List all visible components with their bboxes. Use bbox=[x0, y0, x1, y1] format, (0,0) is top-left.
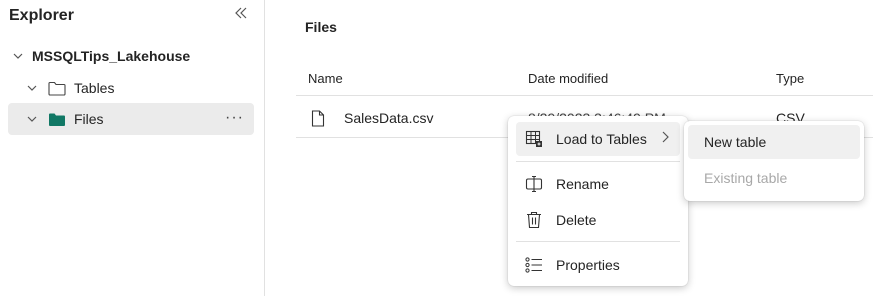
rename-icon bbox=[522, 175, 546, 193]
column-header-type[interactable]: Type bbox=[776, 71, 804, 86]
menu-item-load-to-tables[interactable]: Load to Tables bbox=[516, 122, 680, 156]
menu-item-label: Properties bbox=[556, 257, 620, 273]
load-to-tables-submenu: New table Existing table bbox=[684, 121, 864, 201]
column-header-date[interactable]: Date modified bbox=[528, 71, 608, 86]
explorer-panel: Explorer MSSQLTips_Lakehouse Tables File… bbox=[0, 0, 264, 296]
explorer-title: Explorer bbox=[9, 7, 74, 24]
double-chevron-left-icon bbox=[234, 7, 248, 24]
chevron-down-icon[interactable] bbox=[24, 82, 40, 94]
submenu-item-new-table[interactable]: New table bbox=[688, 125, 860, 159]
file-name[interactable]: SalesData.csv bbox=[344, 110, 433, 126]
files-label: Files bbox=[74, 111, 104, 127]
menu-item-delete[interactable]: Delete bbox=[516, 203, 680, 237]
menu-divider bbox=[516, 241, 680, 242]
header-divider bbox=[296, 95, 873, 96]
collapse-panel-button[interactable] bbox=[234, 6, 248, 25]
menu-item-label: Load to Tables bbox=[556, 131, 647, 147]
submenu-item-existing-table: Existing table bbox=[704, 170, 788, 186]
context-menu: Load to Tables Rename Delete Properties bbox=[508, 116, 688, 286]
menu-item-label: Delete bbox=[556, 212, 597, 228]
menu-item-label: Rename bbox=[556, 176, 609, 192]
tree-item-files[interactable]: Files ··· bbox=[8, 103, 254, 135]
chevron-down-icon[interactable] bbox=[24, 113, 40, 125]
tables-label: Tables bbox=[74, 80, 115, 96]
file-icon bbox=[311, 110, 325, 132]
column-header-name[interactable]: Name bbox=[308, 71, 343, 86]
folder-outline-icon bbox=[48, 81, 66, 96]
chevron-down-icon[interactable] bbox=[10, 50, 26, 62]
menu-item-properties[interactable]: Properties bbox=[516, 248, 680, 282]
page-title: Files bbox=[305, 19, 337, 35]
folder-filled-icon bbox=[48, 112, 66, 127]
panel-divider bbox=[264, 0, 265, 296]
menu-item-rename[interactable]: Rename bbox=[516, 167, 680, 201]
tree-item-tables[interactable]: Tables bbox=[24, 72, 114, 104]
lakehouse-label: MSSQLTips_Lakehouse bbox=[32, 48, 191, 64]
more-options-button[interactable]: ··· bbox=[225, 109, 244, 127]
menu-divider bbox=[516, 161, 680, 162]
chevron-right-icon bbox=[660, 130, 670, 147]
trash-icon bbox=[522, 211, 546, 229]
table-load-icon bbox=[522, 130, 546, 148]
tree-item-lakehouse[interactable]: MSSQLTips_Lakehouse bbox=[10, 40, 190, 72]
properties-icon bbox=[522, 257, 546, 273]
